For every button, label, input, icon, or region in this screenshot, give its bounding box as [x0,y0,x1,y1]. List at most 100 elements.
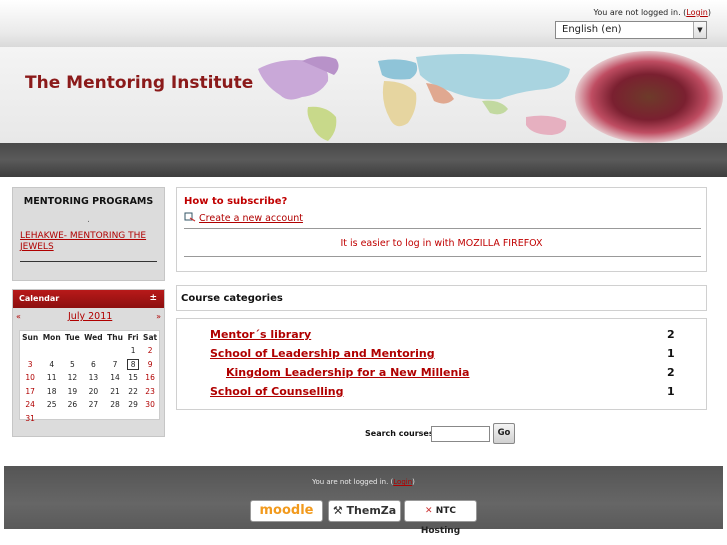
weekday-header: Tue [65,333,80,342]
login-info: You are not logged in. (Login) [594,8,712,17]
calendar-day[interactable]: 16 [141,371,159,385]
themza-logo[interactable]: ⚒ ThemZa [328,500,401,522]
themza-label: ThemZa [346,504,397,517]
divider [20,261,157,262]
calendar-day[interactable]: 29 [125,398,141,412]
weekday-header: Sun [22,333,39,342]
calendar-day[interactable]: 8 [125,358,141,372]
calendar-day[interactable]: 23 [141,385,159,399]
category-link[interactable]: School of Counselling [210,385,343,398]
moodle-logo[interactable]: moodle [250,500,323,522]
calendar-day[interactable]: 9 [141,358,159,372]
search-label: Search courses: [365,429,437,438]
calendar-day [105,412,125,426]
category-row: Kingdom Leadership for a New Millenia 2 [177,366,706,382]
ntc-hosting-logo[interactable]: ✕ NTC Hosting [404,500,477,536]
login-link[interactable]: Login [686,8,708,17]
course-categories-title: Course categories [181,293,283,304]
calendar-day[interactable]: 31 [20,412,40,426]
calendar-day[interactable]: 24 [20,398,40,412]
calendar-day[interactable]: 28 [105,398,125,412]
chevron-down-icon[interactable]: ▼ [693,22,706,38]
category-count: 1 [667,385,675,398]
footer-login-info: You are not logged in. (Login) [4,478,723,486]
calendar-day [82,412,105,426]
calendar-day[interactable]: 17 [20,385,40,399]
category-count: 2 [667,328,675,341]
calendar-day[interactable]: 18 [40,385,63,399]
calendar-day[interactable]: 12 [63,371,82,385]
calendar-day[interactable]: 1 [125,344,141,358]
footer-login-link[interactable]: Login [393,478,412,486]
calendar-day[interactable]: 2 [141,344,159,358]
calendar-day[interactable]: 27 [82,398,105,412]
calendar-day[interactable]: 10 [20,371,40,385]
category-row: School of Counselling 1 [177,385,706,401]
navigation-bar [0,143,727,177]
calendar-week: 10 11 12 13 14 15 16 [20,371,159,385]
firefox-notice: It is easier to log in with MOZILLA FIRE… [340,238,543,249]
course-categories-header: Course categories [176,285,707,311]
category-count: 1 [667,347,675,360]
weekday-header: Mon [42,333,61,342]
weekday-header: Sat [143,333,158,342]
calendar-day[interactable]: 19 [63,385,82,399]
weekday-header: Fri [127,333,139,342]
course-categories-list: Mentor´s library 2 School of Leadership … [176,318,707,410]
category-link[interactable]: School of Leadership and Mentoring [210,347,435,360]
weekday-header: Wed [84,333,103,342]
calendar-day[interactable]: 26 [63,398,82,412]
calendar-day[interactable]: 3 [20,358,40,372]
search-go-button[interactable]: Go [493,423,515,444]
mentoring-program-link[interactable]: LEHAKWE- MENTORING THE JEWELS [20,231,160,253]
divider [184,256,701,257]
subscribe-title: How to subscribe? [184,196,288,207]
calendar-day [63,344,82,358]
site-header: The Mentoring Institute [0,47,727,143]
language-select[interactable]: English (en) ▼ [555,21,707,39]
ntc-icon: ✕ [425,506,433,516]
calendar-day[interactable]: 7 [105,358,125,372]
calendar-day[interactable]: 6 [82,358,105,372]
mentoring-group-photo [575,51,723,143]
calendar-day [82,344,105,358]
calendar-day[interactable]: 21 [105,385,125,399]
login-info-close: ) [707,8,711,17]
category-link[interactable]: Kingdom Leadership for a New Millenia [226,366,469,379]
calendar-day[interactable]: 11 [40,371,63,385]
search-input[interactable] [431,426,490,442]
subscribe-box: How to subscribe? Create a new account I… [176,187,707,272]
calendar-day[interactable]: 14 [105,371,125,385]
calendar-day[interactable]: 25 [40,398,63,412]
calendar-nav: « July 2011 » [13,308,164,324]
calendar-day[interactable]: 30 [141,398,159,412]
footer: You are not logged in. (Login) moodle ⚒ … [4,466,723,536]
calendar-day [141,412,159,426]
collapse-toggle-icon[interactable]: ± [149,293,157,303]
world-map-image [258,54,570,141]
weekday-header: Thu [107,333,123,342]
calendar-week: 31 [20,412,159,426]
calendar-day[interactable]: 15 [125,371,141,385]
calendar-day[interactable]: 22 [125,385,141,399]
mentoring-programs-block: MENTORING PROGRAMS . LEHAKWE- MENTORING … [12,187,165,281]
new-account-icon [184,212,196,222]
category-row: Mentor´s library 2 [177,328,706,344]
login-info-text: You are not logged in. ( [593,8,687,17]
next-month-link[interactable]: » [156,312,161,321]
calendar-week: 12 [20,344,159,358]
calendar-day [125,412,141,426]
category-link[interactable]: Mentor´s library [210,328,311,341]
mentoring-programs-title: MENTORING PROGRAMS [23,196,154,207]
calendar-day[interactable]: 13 [82,371,105,385]
current-month-link[interactable]: July 2011 [68,311,112,322]
calendar-day [40,412,63,426]
calendar-day[interactable]: 5 [63,358,82,372]
calendar-day [63,412,82,426]
create-account-link[interactable]: Create a new account [184,212,303,224]
divider [184,228,701,229]
today-marker: 8 [126,358,140,370]
calendar-day[interactable]: 4 [40,358,63,372]
calendar-day[interactable]: 20 [82,385,105,399]
previous-month-link[interactable]: « [16,312,21,321]
